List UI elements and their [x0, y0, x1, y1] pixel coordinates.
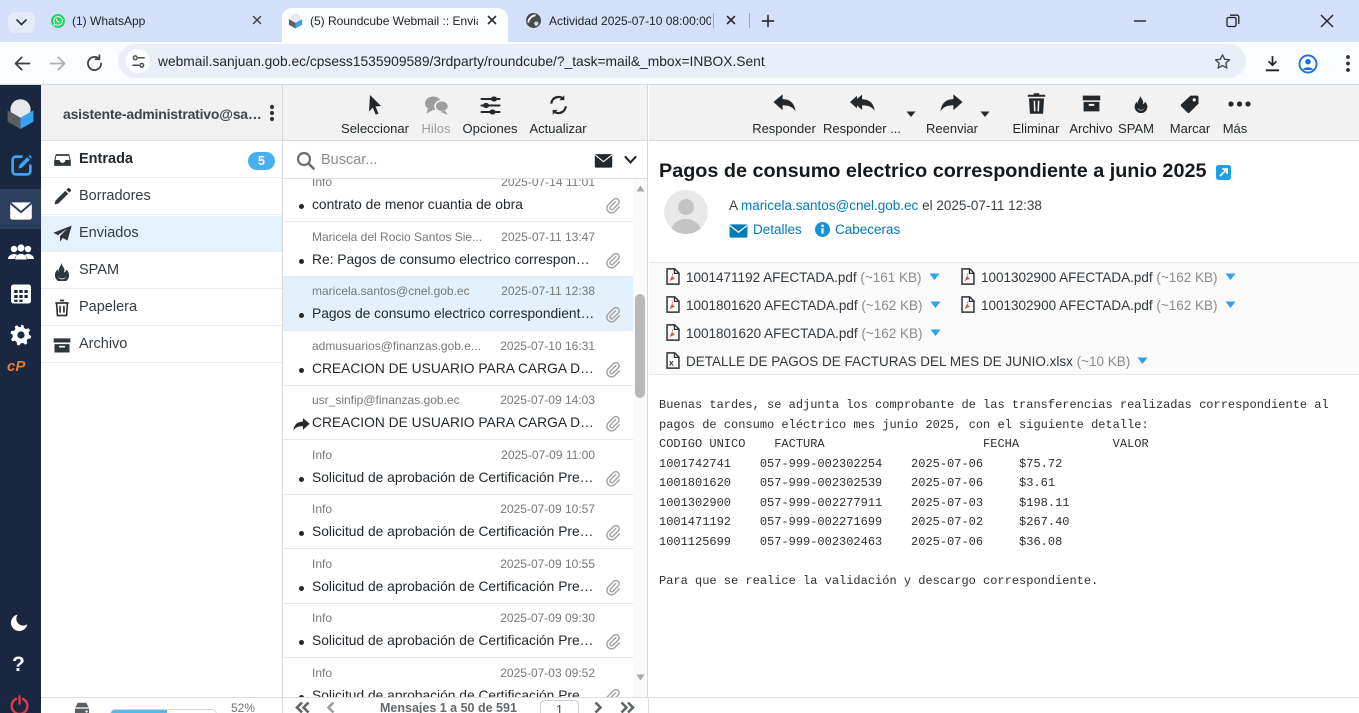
svg-text:x: x — [669, 358, 674, 368]
